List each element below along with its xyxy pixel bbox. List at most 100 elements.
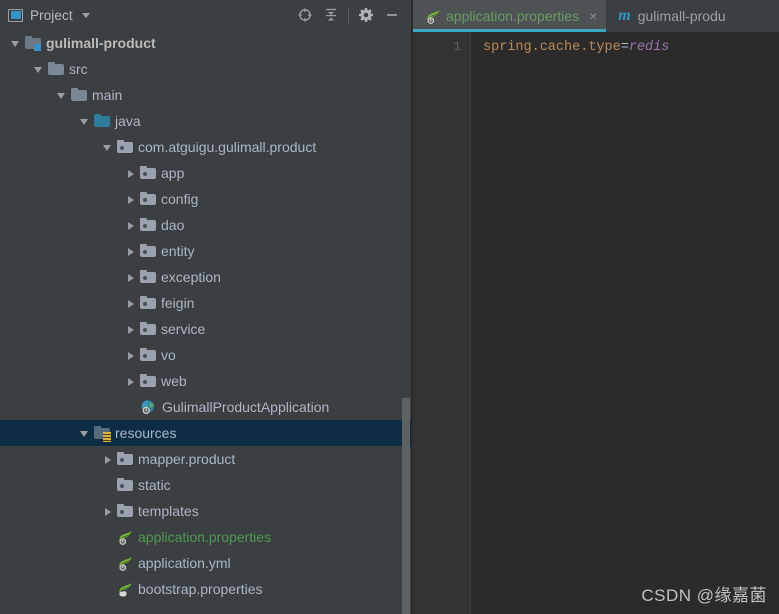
property-key: spring.cache.type <box>483 40 621 55</box>
tree-item-static[interactable]: static <box>0 472 411 498</box>
tree-item-label: com.atguigu.gulimall.product <box>138 139 317 155</box>
tree-item-bootstrap-properties[interactable]: bootstrap.properties <box>0 576 411 602</box>
tree-item-label: dao <box>161 217 185 233</box>
package-icon <box>140 270 156 284</box>
resource-root-icon <box>94 426 111 442</box>
project-header-actions <box>292 2 405 28</box>
expand-arrow-open-icon[interactable] <box>78 115 91 128</box>
folder-icon <box>71 88 87 102</box>
editor-tab-application-properties[interactable]: application.properties × <box>413 0 607 32</box>
project-panel-title: Project <box>30 7 73 23</box>
spring-leaf-icon <box>425 9 441 24</box>
expand-arrow-closed-icon[interactable] <box>124 219 137 232</box>
package-icon <box>140 348 156 362</box>
package-icon <box>117 140 133 154</box>
spring-cloud-leaf-icon <box>117 582 133 597</box>
expand-arrow-closed-icon[interactable] <box>124 375 137 388</box>
tree-item-vo[interactable]: vo <box>0 342 411 368</box>
line-number: 1 <box>453 39 461 54</box>
spring-leaf-icon <box>117 556 133 571</box>
locate-target-button[interactable] <box>292 2 318 28</box>
expand-arrow-closed-icon[interactable] <box>124 193 137 206</box>
tree-item-label: vo <box>161 347 176 363</box>
package-icon <box>117 504 133 518</box>
expand-arrow-placeholder <box>101 531 114 544</box>
expand-arrow-closed-icon[interactable] <box>124 323 137 336</box>
package-icon <box>117 452 133 466</box>
expand-arrow-placeholder <box>101 557 114 570</box>
editor-gutter: 1 <box>413 32 471 614</box>
code-content[interactable]: spring.cache.type=redis <box>471 32 779 614</box>
project-icon <box>8 8 23 22</box>
tree-item-entity[interactable]: entity <box>0 238 411 264</box>
spring-boot-class-icon <box>140 399 157 415</box>
tree-item-web[interactable]: web <box>0 368 411 394</box>
chevron-down-icon[interactable] <box>81 12 90 18</box>
tree-item-gulimall-product[interactable]: gulimall-product <box>0 30 411 56</box>
package-icon <box>140 322 156 336</box>
tree-item-label: service <box>161 321 206 337</box>
tree-item-service[interactable]: service <box>0 316 411 342</box>
scrollbar-thumb[interactable] <box>402 398 410 614</box>
expand-arrow-closed-icon[interactable] <box>124 167 137 180</box>
tree-item-label: web <box>161 373 187 389</box>
project-tree-scrollbar[interactable] <box>402 398 410 614</box>
expand-arrow-closed-icon[interactable] <box>124 245 137 258</box>
collapse-all-button[interactable] <box>318 2 344 28</box>
close-tab-icon[interactable]: × <box>589 9 597 23</box>
tree-item-label: application.yml <box>138 555 231 571</box>
project-tree-rows: gulimall-product src main java com.atguigu.g… <box>0 30 411 602</box>
tree-item-java[interactable]: java <box>0 108 411 134</box>
editor-tab-label: application.properties <box>446 8 580 24</box>
tree-item-templates[interactable]: templates <box>0 498 411 524</box>
property-equals: = <box>620 40 629 55</box>
package-icon <box>140 296 156 310</box>
tree-item-label: src <box>69 61 88 77</box>
editor-tab-gulimall-produ[interactable]: m gulimall-produ <box>606 0 734 32</box>
tree-item-label: application.properties <box>138 529 272 545</box>
tree-item-exception[interactable]: exception <box>0 264 411 290</box>
editor-tab-bar: application.properties × m gulimall-produ <box>413 0 779 32</box>
package-icon <box>140 218 156 232</box>
tree-item-application-yml[interactable]: application.yml <box>0 550 411 576</box>
tree-item-main[interactable]: main <box>0 82 411 108</box>
idea-window: Project gulimall-product src main java c… <box>0 0 779 614</box>
tree-item-com-atguigu-gulimall-product[interactable]: com.atguigu.gulimall.product <box>0 134 411 160</box>
expand-arrow-closed-icon[interactable] <box>124 271 137 284</box>
expand-arrow-closed-icon[interactable] <box>124 349 137 362</box>
project-tool-window: Project gulimall-product src main java c… <box>0 0 411 614</box>
expand-arrow-closed-icon[interactable] <box>124 297 137 310</box>
tree-item-application-properties[interactable]: application.properties <box>0 524 411 550</box>
expand-arrow-closed-icon[interactable] <box>101 453 114 466</box>
project-title-group[interactable]: Project <box>8 8 90 23</box>
settings-button[interactable] <box>353 2 379 28</box>
project-tree[interactable]: gulimall-product src main java com.atguigu.g… <box>0 30 411 614</box>
tree-item-app[interactable]: app <box>0 160 411 186</box>
tree-item-mapper-product[interactable]: mapper.product <box>0 446 411 472</box>
tree-item-resources[interactable]: resources <box>0 420 411 446</box>
tree-item-label: static <box>138 477 171 493</box>
expand-arrow-open-icon[interactable] <box>55 89 68 102</box>
tree-item-dao[interactable]: dao <box>0 212 411 238</box>
tree-item-label: app <box>161 165 185 181</box>
expand-arrow-open-icon[interactable] <box>9 37 22 50</box>
tree-item-src[interactable]: src <box>0 56 411 82</box>
expand-arrow-open-icon[interactable] <box>78 427 91 440</box>
hide-panel-button[interactable] <box>379 2 405 28</box>
expand-arrow-open-icon[interactable] <box>32 63 45 76</box>
maven-pom-icon: m <box>618 7 631 24</box>
editor-area: application.properties × m gulimall-produ 1… <box>413 0 779 614</box>
property-value: redis <box>628 40 670 55</box>
tree-item-config[interactable]: config <box>0 186 411 212</box>
expand-arrow-open-icon[interactable] <box>101 141 114 154</box>
package-icon <box>140 166 156 180</box>
tree-item-gulimallproductapplication[interactable]: GulimallProductApplication <box>0 394 411 420</box>
tree-item-label: GulimallProductApplication <box>162 399 330 415</box>
collapse-all-icon <box>326 8 336 21</box>
expand-arrow-placeholder <box>101 479 114 492</box>
expand-arrow-placeholder <box>124 401 137 414</box>
expand-arrow-closed-icon[interactable] <box>101 505 114 518</box>
tree-item-feigin[interactable]: feigin <box>0 290 411 316</box>
tree-item-label: entity <box>161 243 195 259</box>
tree-item-label: java <box>115 113 141 129</box>
